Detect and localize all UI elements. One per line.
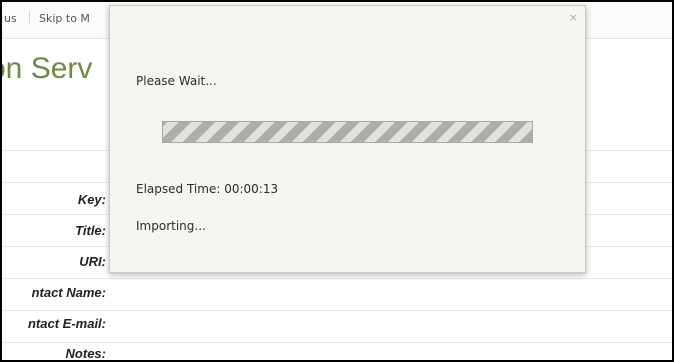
key-label: Key: bbox=[77, 192, 106, 207]
please-wait-dialog: × Please Wait... Elapsed Time: 00:00:13 … bbox=[109, 5, 586, 273]
notes-label: Notes: bbox=[65, 346, 106, 361]
page-title: on Serv bbox=[2, 52, 93, 85]
nav-divider bbox=[29, 11, 30, 25]
please-wait-message: Please Wait... bbox=[136, 74, 217, 88]
skip-to-main-link[interactable]: Skip to M bbox=[39, 12, 90, 25]
progress-bar bbox=[162, 121, 533, 143]
form-divider bbox=[2, 310, 672, 311]
screen: us Skip to M on Serv Key: Title: URI: nt… bbox=[0, 0, 674, 362]
contact-email-label: ntact E-mail: bbox=[27, 316, 106, 331]
form-divider bbox=[2, 278, 672, 279]
close-icon[interactable]: × bbox=[569, 12, 578, 23]
elapsed-time: Elapsed Time: 00:00:13 bbox=[136, 182, 278, 196]
contact-name-label: ntact Name: bbox=[31, 285, 106, 300]
import-status: Importing... bbox=[136, 219, 206, 233]
elapsed-time-value: 00:00:13 bbox=[224, 182, 279, 196]
form-divider bbox=[2, 342, 672, 343]
elapsed-time-label: Elapsed Time: bbox=[136, 182, 221, 196]
title-label: Title: bbox=[75, 223, 106, 238]
nav-link-status[interactable]: us bbox=[4, 12, 17, 25]
progress-bar-fill bbox=[163, 122, 532, 142]
uri-label: URI: bbox=[79, 254, 106, 269]
